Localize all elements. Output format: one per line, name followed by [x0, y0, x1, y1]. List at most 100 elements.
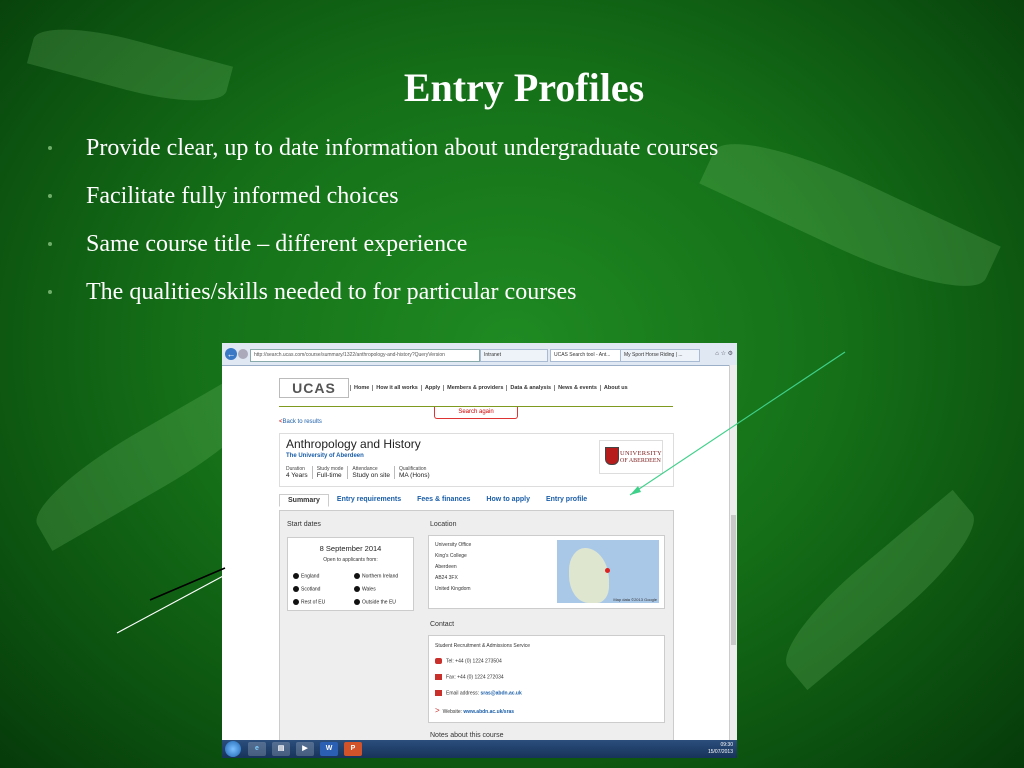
contact-service: Student Recruitment & Admissions Service	[435, 643, 531, 649]
location-heading: Location	[430, 521, 457, 528]
notes-heading: Notes about this course	[430, 732, 504, 739]
forward-arrow-icon[interactable]	[238, 349, 248, 359]
region-wales: Wales	[354, 586, 376, 592]
fact-study-mode: Study mode Full-time	[313, 466, 349, 479]
word-icon[interactable]: W	[320, 742, 338, 756]
back-to-results-link[interactable]: <Back to results	[279, 419, 322, 425]
bullet-text: Facilitate fully informed choices	[86, 183, 399, 209]
leaf-decoration	[699, 119, 1001, 311]
browser-tab[interactable]: Intranet	[480, 349, 548, 362]
pointer-line-white	[116, 574, 226, 634]
tab-entry-requirements[interactable]: Entry requirements	[329, 494, 409, 507]
folder-icon[interactable]: ▤	[272, 742, 290, 756]
summary-panel: Start dates 8 September 2014 Open to app…	[279, 510, 674, 747]
search-again-button[interactable]: Search again	[434, 407, 518, 419]
phone-icon	[435, 658, 442, 664]
start-dates-box: 8 September 2014 Open to applicants from…	[287, 537, 414, 611]
start-button[interactable]	[225, 741, 241, 757]
map-pin-icon[interactable]	[605, 568, 610, 573]
browser-tab-active[interactable]: UCAS Search tool - Ant...	[550, 349, 624, 362]
university-name[interactable]: The University of Aberdeen	[286, 453, 364, 459]
website-link[interactable]: www.abdn.ac.uk/sras	[463, 709, 514, 715]
address-block: University Office King's College Aberdee…	[435, 542, 472, 592]
check-icon	[293, 599, 299, 605]
fact-duration: Duration 4 Years	[286, 466, 313, 479]
pointer-line-black	[149, 567, 226, 601]
map-caption: Map data ©2013 Google	[613, 597, 657, 602]
media-player-icon[interactable]: ▶	[296, 742, 314, 756]
bullet-text: The qualities/skills needed to for parti…	[86, 279, 577, 305]
bullet-dot	[48, 146, 52, 150]
chevron-right-icon: >	[435, 706, 440, 715]
location-box: University Office King's College Aberdee…	[428, 535, 665, 609]
ie-icon[interactable]: e	[248, 742, 266, 756]
check-icon	[354, 586, 360, 592]
browser-tab[interactable]: My Sport Horse Riding | ...	[620, 349, 700, 362]
course-title: Anthropology and History	[286, 437, 421, 451]
check-icon	[293, 573, 299, 579]
scrollbar[interactable]	[729, 365, 737, 740]
nav-item[interactable]: Apply	[420, 385, 443, 391]
map-land	[569, 548, 609, 603]
top-navigation: Home How it all works Apply Members & pr…	[350, 385, 631, 391]
region-scotland: Scotland	[293, 586, 320, 592]
contact-email: Email address: sras@abdn.ac.uk	[435, 690, 522, 696]
location-map[interactable]: Map data ©2013 Google	[557, 540, 659, 603]
region-northern-ireland: Northern Ireland	[354, 573, 398, 579]
region-rest-of-eu: Rest of EU	[293, 599, 325, 605]
contact-heading: Contact	[430, 621, 455, 628]
contact-box: Student Recruitment & Admissions Service…	[428, 635, 665, 723]
tab-entry-profile[interactable]: Entry profile	[538, 494, 595, 507]
open-to-label: Open to applicants from:	[323, 557, 378, 563]
contact-fax: Fax: +44 (0) 1224 272034	[435, 674, 504, 680]
bullet-list: Provide clear, up to date information ab…	[48, 128, 718, 320]
check-icon	[293, 586, 299, 592]
back-arrow-icon[interactable]: ←	[225, 348, 237, 360]
leaf-decoration	[768, 489, 992, 691]
start-date: 8 September 2014	[319, 544, 382, 553]
contact-tel: Tel: +44 (0) 1224 273504	[435, 658, 502, 664]
fact-qualification: Qualification MA (Hons)	[398, 466, 430, 479]
bullet-dot	[48, 242, 52, 246]
course-header: Anthropology and History The University …	[279, 433, 674, 487]
email-link[interactable]: sras@abdn.ac.uk	[480, 690, 521, 696]
address-bar[interactable]: http://search.ucas.com/course/summary/13…	[250, 349, 480, 362]
powerpoint-icon[interactable]: P	[344, 742, 362, 756]
course-facts: Duration 4 Years Study mode Full-time Atte…	[286, 466, 434, 479]
nav-item[interactable]: How it all works	[372, 385, 421, 391]
bullet-item: Facilitate fully informed choices	[48, 176, 718, 224]
back-link-label: Back to results	[282, 419, 322, 425]
tab-fees-finances[interactable]: Fees & finances	[409, 494, 478, 507]
envelope-icon	[435, 690, 442, 696]
browser-toolbar: ← http://search.ucas.com/course/summary/…	[222, 343, 737, 366]
nav-item[interactable]: Members & providers	[443, 385, 506, 391]
tab-how-to-apply[interactable]: How to apply	[478, 494, 538, 507]
nav-item[interactable]: News & events	[554, 385, 600, 391]
region-england: England	[293, 573, 319, 579]
bullet-item: The qualities/skills needed to for parti…	[48, 272, 718, 320]
bullet-dot	[48, 290, 52, 294]
printer-icon	[435, 674, 442, 680]
course-tabs: Summary Entry requirements Fees & financ…	[279, 494, 595, 507]
bullet-dot	[48, 194, 52, 198]
system-clock[interactable]: 09:30 15/07/2013	[708, 742, 733, 756]
tab-summary[interactable]: Summary	[279, 494, 329, 507]
check-icon	[354, 573, 360, 579]
home-star-gear-icons[interactable]: ⌂ ☆ ⚙	[715, 350, 733, 357]
ucas-logo[interactable]: UCAS	[279, 378, 349, 398]
check-icon	[354, 599, 360, 605]
contact-website: > Website: www.abdn.ac.uk/sras	[435, 706, 515, 715]
nav-item[interactable]: Home	[350, 385, 372, 391]
bullet-item: Same course title – different experience	[48, 224, 718, 272]
bullet-item: Provide clear, up to date information ab…	[48, 128, 718, 176]
ucas-screenshot: ← http://search.ucas.com/course/summary/…	[222, 343, 737, 758]
fact-attendance: Attendance Study on site	[348, 466, 395, 479]
crest-icon	[605, 447, 619, 465]
nav-item[interactable]: About us	[599, 385, 631, 391]
region-outside-eu: Outside the EU	[354, 599, 396, 605]
university-logo: UNIVERSITY OF ABERDEEN	[599, 440, 663, 474]
nav-item[interactable]: Data & analysis	[506, 385, 554, 391]
scrollbar-thumb[interactable]	[731, 515, 736, 645]
bullet-text: Provide clear, up to date information ab…	[86, 135, 719, 161]
slide-title: Entry Profiles	[403, 65, 645, 110]
